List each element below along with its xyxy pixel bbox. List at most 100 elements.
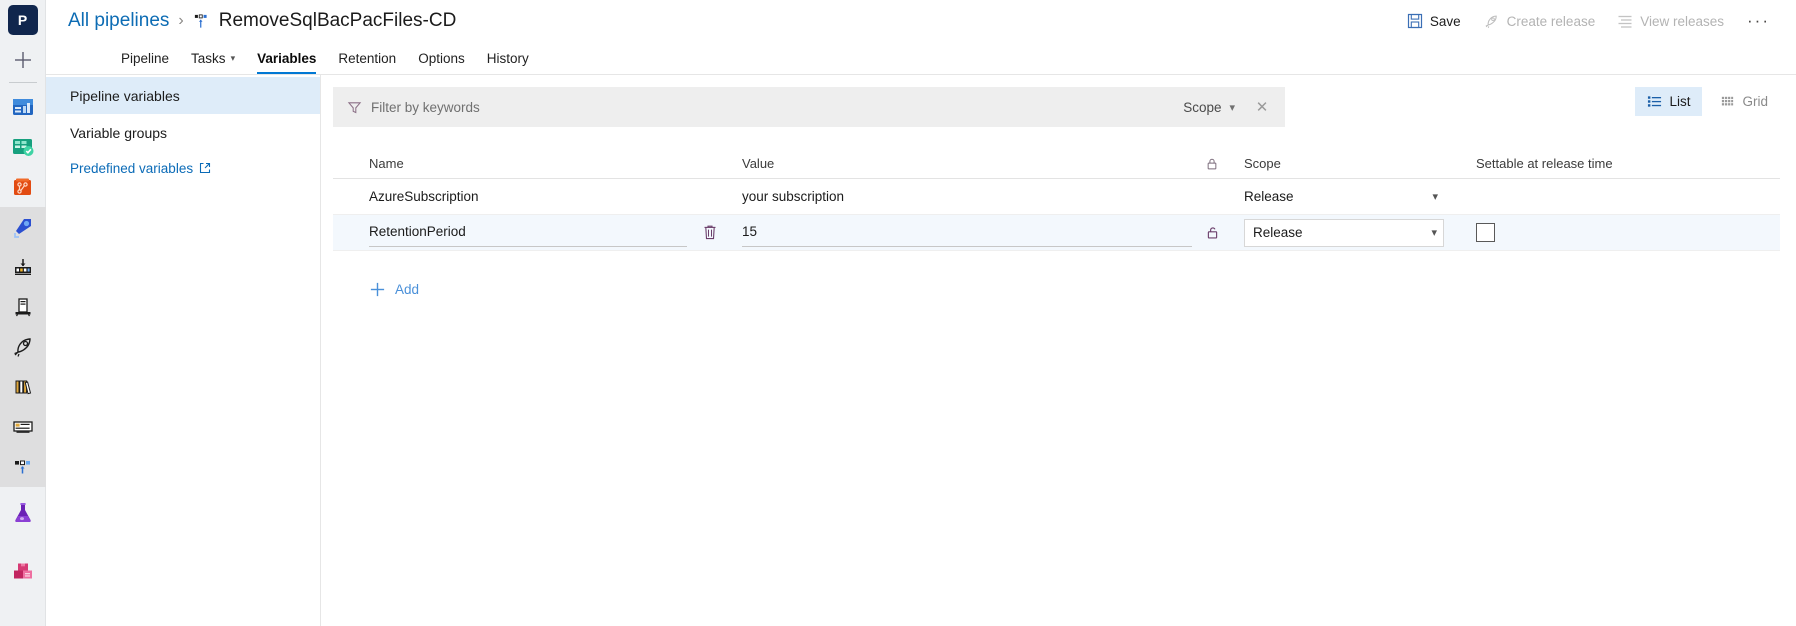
settable-at-release-time-checkbox[interactable] (1476, 223, 1495, 242)
tab-retention[interactable]: Retention (327, 51, 407, 74)
lock-icon (1207, 158, 1217, 169)
table-row[interactable]: RetentionPeriod 15 Release ▾ (333, 215, 1780, 251)
column-header-lock (1192, 157, 1232, 171)
list-view-button[interactable]: List (1635, 87, 1703, 116)
grid-view-button[interactable]: Grid (1708, 87, 1780, 116)
unlock-icon (1207, 227, 1217, 239)
tab-options[interactable]: Options (407, 51, 476, 74)
release-pipeline-icon (193, 13, 210, 30)
variable-name-input[interactable]: AzureSubscription (369, 184, 688, 210)
builds-icon (14, 259, 31, 275)
filter-row: Filter by keywords Scope ▾ ✕ (333, 87, 1780, 127)
sidebar-item-test-plans[interactable] (0, 493, 46, 533)
variables-nav: Pipeline variables Variable groups Prede… (46, 75, 321, 626)
rail-pipelines-group (0, 207, 46, 487)
variable-name-cell[interactable]: RetentionPeriod (333, 219, 688, 247)
save-icon (1407, 13, 1422, 29)
list-lines-icon (1618, 15, 1632, 28)
grid-view-label: Grid (1742, 94, 1768, 109)
sidebar-item-pipeline-variables[interactable]: Pipeline variables (46, 77, 320, 114)
scope-value: Release (1244, 189, 1294, 204)
task-groups-icon (12, 421, 33, 433)
table-header-row: Name Value Scope Settable at release tim… (333, 149, 1780, 179)
view-releases-label: View releases (1640, 13, 1725, 29)
filter-bar[interactable]: Filter by keywords Scope ▾ ✕ (333, 87, 1285, 127)
scope-cell[interactable]: Release ▾ (1232, 189, 1462, 204)
view-releases-button[interactable]: View releases (1608, 8, 1733, 34)
sidebar-item-overview[interactable] (0, 87, 46, 127)
settable-cell (1462, 223, 1780, 242)
sidebar-item-deployment-groups[interactable] (0, 447, 46, 487)
filter-icon (347, 100, 362, 115)
add-variable-button[interactable]: Add (333, 281, 453, 298)
tab-options-label: Options (418, 51, 465, 66)
sidebar-item-variable-groups[interactable]: Variable groups (46, 114, 320, 151)
variable-name-cell[interactable]: AzureSubscription (333, 184, 688, 210)
tab-retention-label: Retention (338, 51, 397, 66)
variable-value-input[interactable]: your subscription (742, 184, 1192, 210)
clear-filter-button[interactable]: ✕ (1245, 90, 1279, 124)
sidebar-item-pipelines[interactable] (0, 207, 46, 247)
filter-input[interactable]: Filter by keywords (371, 100, 1173, 115)
variables-table: Name Value Scope Settable at release tim… (333, 149, 1780, 298)
project-avatar[interactable]: P (7, 5, 38, 35)
tab-tasks-label: Tasks (191, 51, 226, 66)
breadcrumb: All pipelines › RemoveSqlBacPacFiles-CD (68, 10, 456, 32)
scope-cell[interactable]: Release ▾ (1232, 218, 1462, 247)
rail-top-group (0, 87, 46, 207)
create-release-button[interactable]: Create release (1474, 8, 1605, 35)
variable-value-cell[interactable]: your subscription (732, 184, 1192, 210)
tab-variables[interactable]: Variables (246, 51, 327, 74)
app-root: P All pipelines › RemoveSqlBacPacFiles-C… (0, 0, 1796, 626)
breadcrumb-separator: › (178, 12, 184, 29)
sidebar-item-task-groups[interactable] (0, 407, 46, 447)
list-view-icon (1648, 96, 1662, 107)
toggle-secret-button[interactable] (1192, 225, 1232, 240)
sidebar-item-releases[interactable] (0, 287, 46, 327)
external-link-icon (200, 162, 211, 174)
predefined-variables-label: Predefined variables (70, 160, 194, 176)
plus-icon (14, 52, 31, 68)
chevron-down-icon: ▾ (230, 53, 236, 63)
boards-icon (12, 139, 33, 156)
releases-icon (15, 298, 30, 317)
tab-history-label: History (486, 51, 529, 66)
chevron-down-icon: ▾ (1229, 101, 1235, 114)
sidebar-item-deployment-rocket[interactable] (0, 327, 46, 367)
overview-icon (12, 99, 33, 115)
tab-pipeline-label: Pipeline (121, 51, 170, 66)
predefined-variables-link[interactable]: Predefined variables (46, 151, 320, 185)
scope-dropdown[interactable]: Release ▾ (1244, 189, 1444, 204)
sidebar-item-library[interactable] (0, 367, 46, 407)
trash-icon (704, 225, 716, 240)
deployment-groups-icon (14, 460, 30, 474)
tab-pipeline[interactable]: Pipeline (110, 51, 180, 74)
rocket-icon (13, 338, 31, 357)
left-rail: P (0, 0, 46, 626)
tab-history[interactable]: History (476, 51, 540, 74)
sidebar-item-repos[interactable] (0, 167, 46, 207)
scope-dropdown[interactable]: Release ▾ (1244, 218, 1444, 247)
artifacts-icon (13, 563, 32, 579)
scope-filter-dropdown[interactable]: Scope ▾ (1173, 100, 1245, 115)
sidebar-item-artifacts[interactable] (0, 551, 46, 591)
variable-value-input[interactable]: 15 (742, 219, 1192, 247)
scope-filter-label: Scope (1183, 99, 1222, 115)
new-item-button[interactable] (0, 39, 46, 81)
rail-divider (8, 82, 37, 83)
delete-variable-button[interactable] (688, 224, 732, 241)
repos-icon (13, 178, 31, 195)
sidebar-item-boards[interactable] (0, 127, 46, 167)
variable-name-input[interactable]: RetentionPeriod (369, 219, 687, 247)
save-button[interactable]: Save (1398, 8, 1470, 34)
variable-value-cell[interactable]: 15 (732, 219, 1192, 247)
tab-variables-label: Variables (257, 51, 317, 66)
page-title: RemoveSqlBacPacFiles-CD (218, 10, 457, 31)
list-view-label: List (1669, 94, 1691, 109)
header-actions: Save Create release View releases ··· (1398, 8, 1780, 35)
breadcrumb-all-pipelines[interactable]: All pipelines (68, 10, 169, 32)
tab-tasks[interactable]: Tasks ▾ (180, 51, 246, 74)
table-row[interactable]: AzureSubscription your subscription Rele… (333, 179, 1780, 215)
sidebar-item-builds[interactable] (0, 247, 46, 287)
more-actions-button[interactable]: ··· (1737, 10, 1780, 32)
